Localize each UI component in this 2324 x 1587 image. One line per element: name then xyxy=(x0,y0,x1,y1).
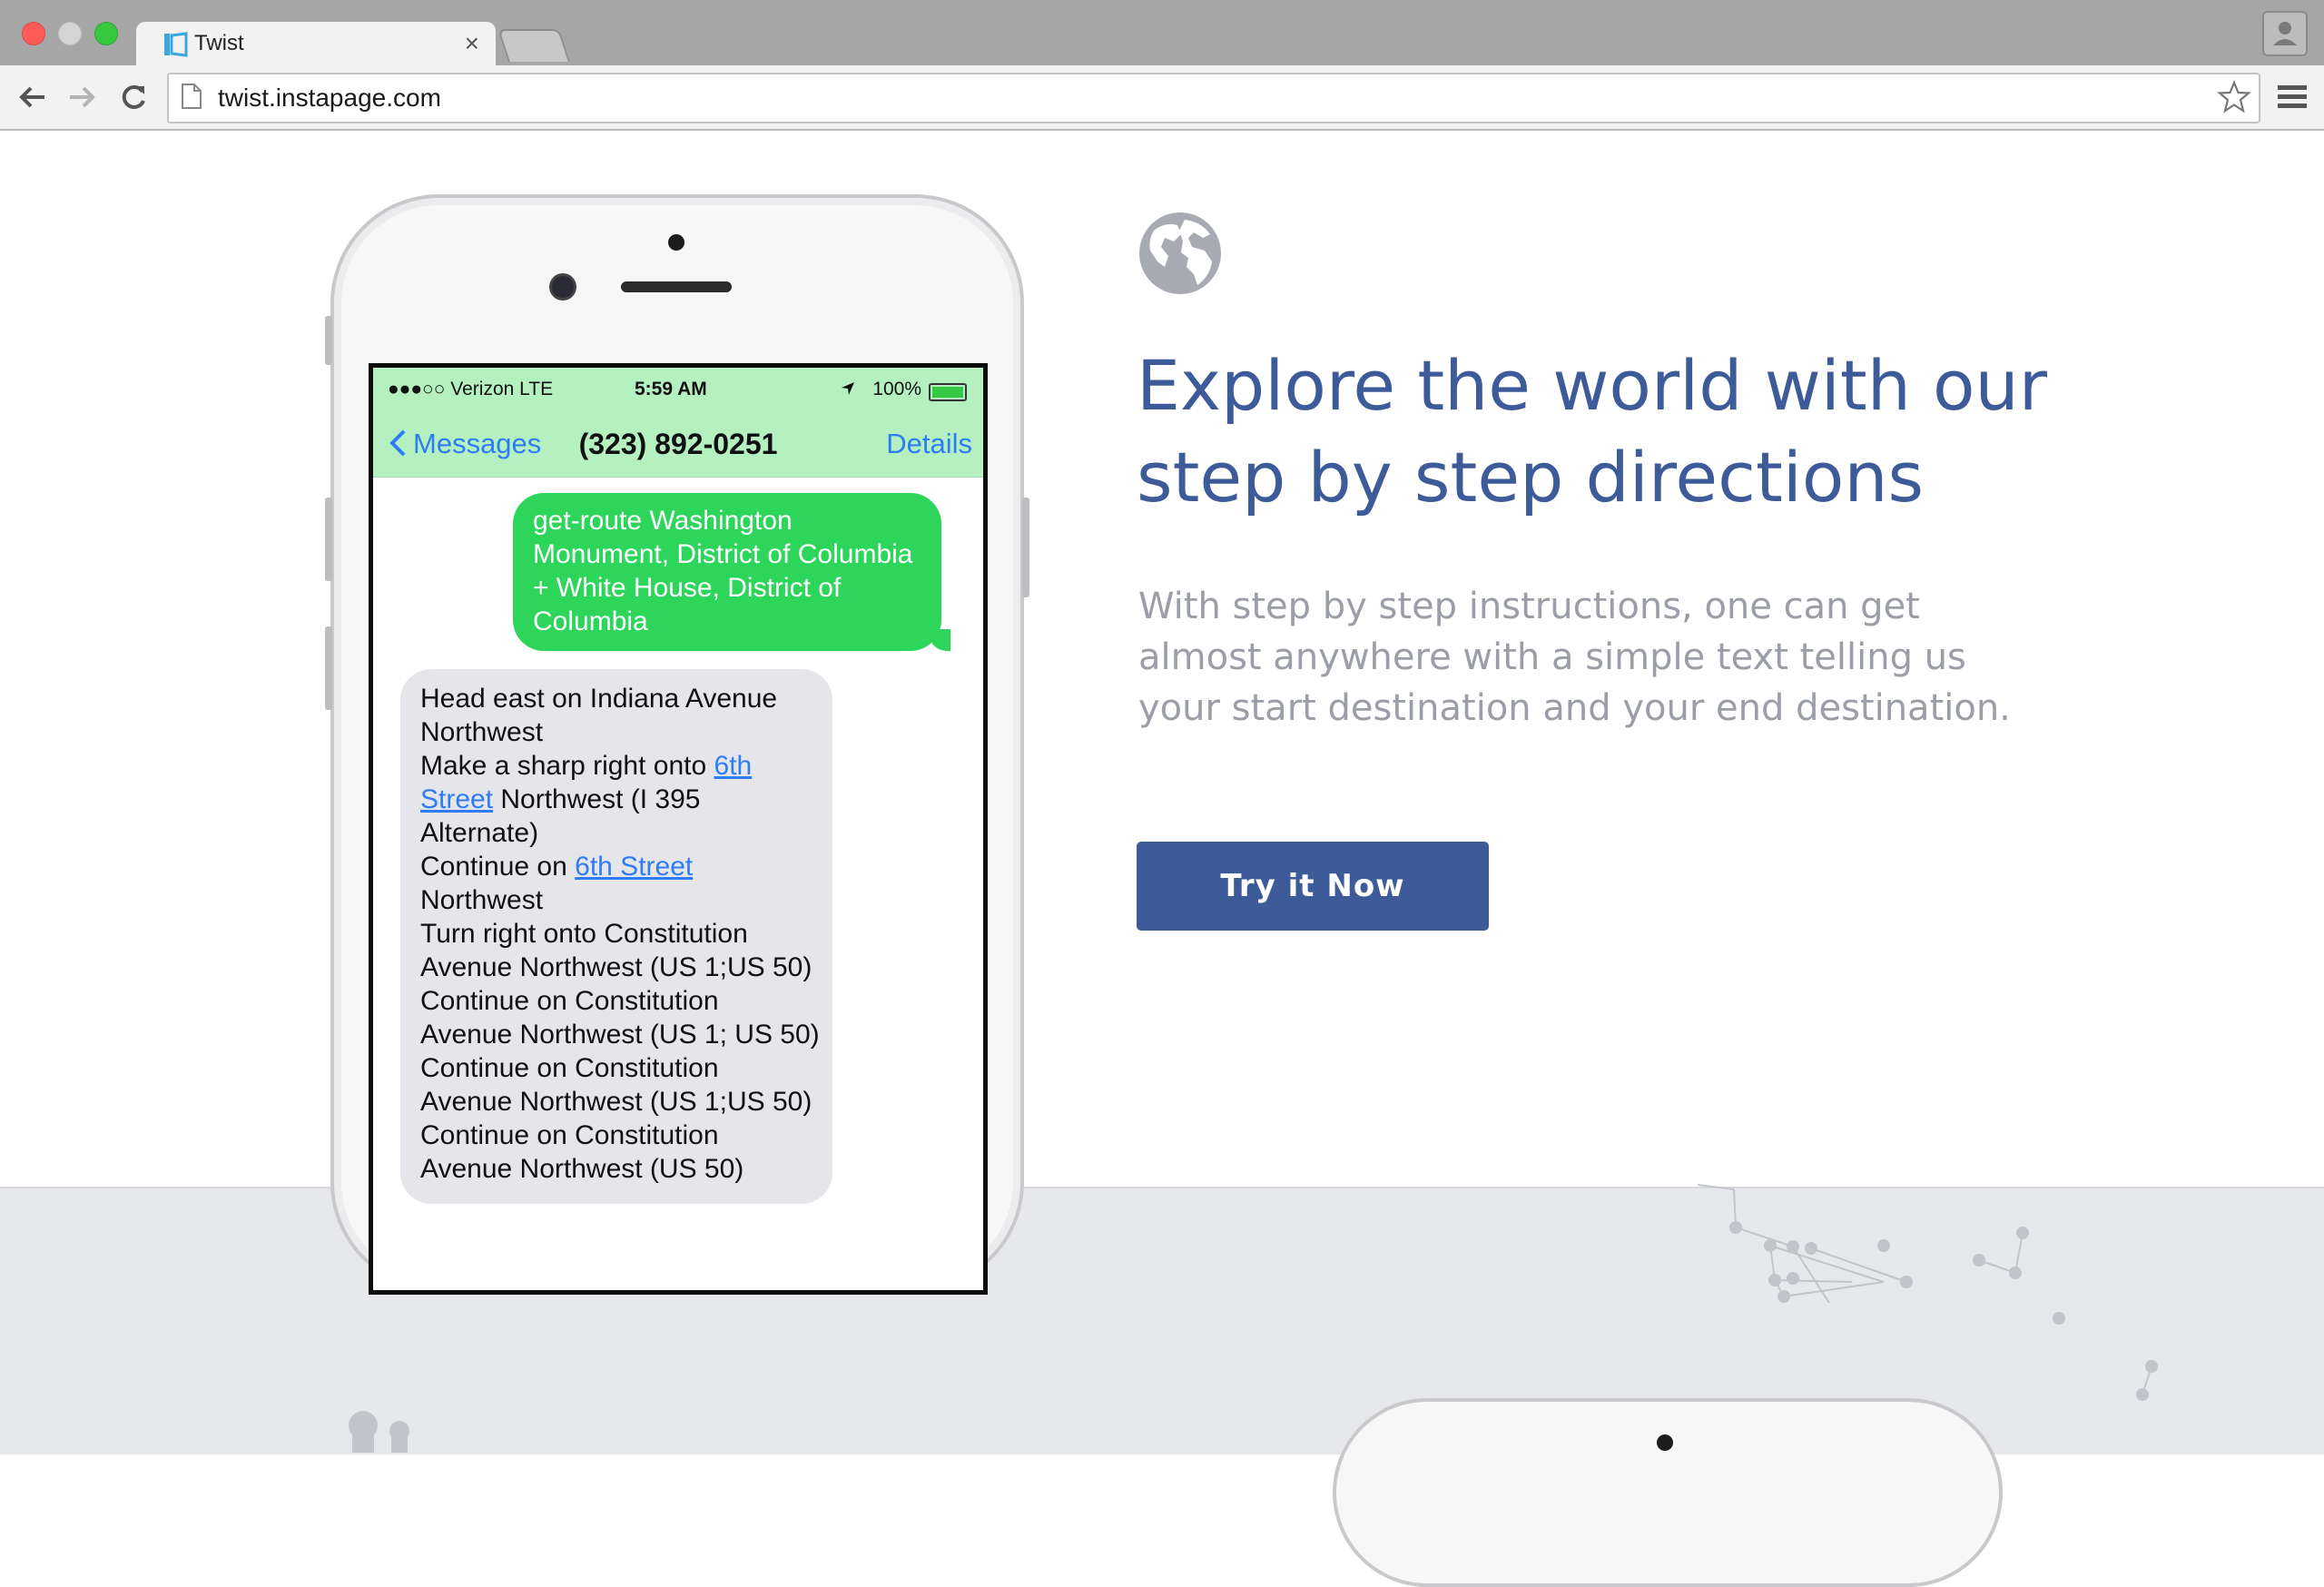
phone-power-button xyxy=(1022,498,1029,597)
incoming-message-bubble: Head east on Indiana Avenue Northwest Ma… xyxy=(400,669,832,1204)
location-arrow-icon xyxy=(842,382,854,395)
messages-header: Messages (323) 892-0251 Details xyxy=(373,411,983,478)
phone-camera xyxy=(552,276,574,298)
phone-mute-switch xyxy=(325,316,332,365)
back-arrow-icon xyxy=(19,86,44,108)
incoming-line: Avenue Northwest (US 1; US 50) xyxy=(420,1020,820,1050)
incoming-line: Continue on Constitution xyxy=(420,1053,719,1083)
globe-icon xyxy=(1139,212,1221,294)
incoming-line: Continue on 6th Street xyxy=(420,850,816,883)
outgoing-line: get-route Washington xyxy=(533,506,793,536)
incoming-line: Continue on Constitution xyxy=(420,1120,719,1150)
tab-title: Twist xyxy=(194,31,244,55)
outgoing-line: Monument, District of Columbia xyxy=(533,539,913,569)
incoming-text: Continue on xyxy=(420,852,576,882)
phone-screen: ●●●○○ Verizon LTE 5:59 AM 100% Messages … xyxy=(369,363,988,1295)
incoming-line: Street Northwest (I 395 xyxy=(420,783,816,816)
profile-icon xyxy=(2273,22,2297,45)
incoming-line: Avenue Northwest (US 1;US 50) xyxy=(420,1087,812,1117)
incoming-line: Make a sharp right onto 6th xyxy=(420,749,816,783)
browser-toolbar: twist.instapage.com xyxy=(0,65,2324,131)
close-window-button[interactable] xyxy=(22,22,45,45)
page-headline: Explore the world with our step by step … xyxy=(1137,345,2047,518)
tab-strip: Twist × xyxy=(0,0,2324,65)
url-text[interactable]: twist.instapage.com xyxy=(218,84,441,113)
phone-sensor xyxy=(668,234,684,251)
menu-icon[interactable] xyxy=(2277,84,2308,111)
try-it-now-button[interactable]: Try it Now xyxy=(1137,842,1489,931)
profile-button[interactable] xyxy=(2262,11,2308,56)
forward-arrow-icon xyxy=(70,86,95,108)
phone-volume-down xyxy=(325,626,332,710)
zoom-window-button[interactable] xyxy=(94,22,118,45)
outgoing-line: Columbia xyxy=(533,606,648,636)
incoming-line: Turn right onto Constitution xyxy=(420,919,748,949)
street-link[interactable]: Street xyxy=(420,784,493,814)
tab-close-icon[interactable]: × xyxy=(465,29,479,58)
street-link[interactable]: 6th xyxy=(714,751,753,781)
people-illustration-icon xyxy=(349,1411,409,1453)
outgoing-message-bubble: get-route Washington Monument, District … xyxy=(513,493,950,651)
phone-sensor xyxy=(1657,1434,1673,1451)
details-link[interactable]: Details xyxy=(886,428,972,460)
incoming-line: Head east on Indiana Avenue xyxy=(420,684,778,714)
bookmark-star-icon[interactable] xyxy=(2217,80,2251,114)
phone-volume-up xyxy=(325,498,332,581)
phone-status-bar: ●●●○○ Verizon LTE 5:59 AM 100% xyxy=(373,368,983,411)
incoming-line: Northwest xyxy=(420,885,544,915)
battery-percent: 100% xyxy=(872,379,921,399)
phone-mockup: ●●●○○ Verizon LTE 5:59 AM 100% Messages … xyxy=(325,194,1029,1295)
new-tab-button[interactable] xyxy=(497,29,570,62)
status-time: 5:59 AM xyxy=(635,379,707,399)
battery-icon xyxy=(929,383,967,401)
tab-twist[interactable]: Twist × xyxy=(136,22,496,65)
outgoing-line: + White House, District of xyxy=(533,573,842,603)
reload-button[interactable] xyxy=(114,78,153,116)
back-button[interactable] xyxy=(13,78,51,116)
phone-mockup-secondary xyxy=(1333,1398,2003,1587)
incoming-line: Avenue Northwest (US 1;US 50) xyxy=(420,952,812,982)
incoming-text: Make a sharp right onto xyxy=(420,751,714,781)
address-bar[interactable]: twist.instapage.com xyxy=(167,73,2260,123)
incoming-line: Continue on Constitution xyxy=(420,986,719,1016)
page-icon xyxy=(182,84,202,109)
street-link[interactable]: 6th Street xyxy=(575,852,693,882)
reload-icon xyxy=(122,84,145,109)
phone-earpiece xyxy=(621,281,732,292)
incoming-text: Northwest (I 395 xyxy=(493,784,701,814)
minimize-window-button[interactable] xyxy=(58,22,82,45)
incoming-line: Northwest xyxy=(420,717,544,747)
forward-button[interactable] xyxy=(64,78,102,116)
incoming-line: Avenue Northwest (US 50) xyxy=(420,1154,744,1184)
incoming-line: Alternate) xyxy=(420,818,539,848)
page-description: With step by step instructions, one can … xyxy=(1138,586,2011,729)
twist-logo-icon xyxy=(164,32,188,57)
carrier-label: ●●●○○ Verizon LTE xyxy=(388,379,554,399)
